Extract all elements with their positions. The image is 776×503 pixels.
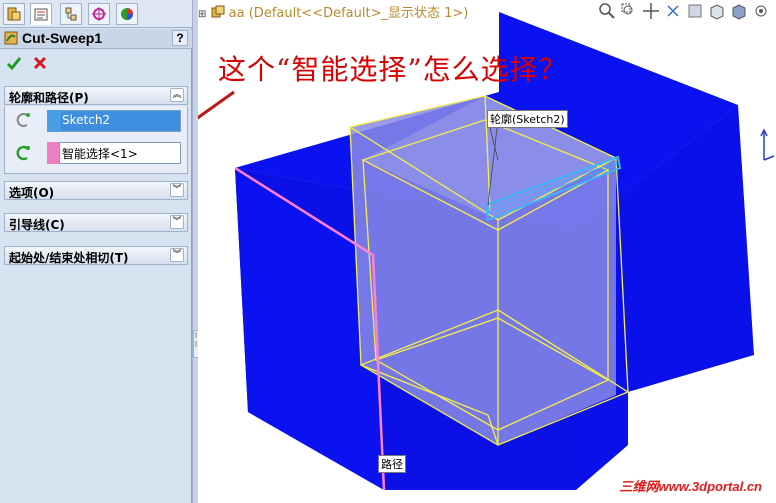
watermark: 三维网www.3dportal.cn: [619, 479, 762, 494]
cancel-x-icon[interactable]: [32, 55, 48, 71]
ok-cancel-row: [0, 52, 192, 74]
display-manager-icon: [121, 8, 133, 20]
path-icon: [16, 145, 30, 161]
previous-view-icon[interactable]: [664, 2, 682, 20]
feature-tree-flyout[interactable]: ⊞ aa (Default<<Default>_显示状态 1>): [198, 2, 469, 21]
profile-path-group-label: 轮廓和路径(P): [9, 91, 89, 105]
pan-icon[interactable]: [642, 2, 660, 20]
profile-callout: 轮廓(Sketch2): [487, 110, 568, 128]
view-triad-icon: [760, 128, 775, 161]
heads-up-toolbar: [598, 2, 770, 20]
property-manager: Cut-Sweep1 ? 轮廓和路径(P) ︽ Sketch2 智能选择<1> …: [0, 0, 192, 503]
feature-manager-icon: [7, 7, 21, 21]
help-button[interactable]: ?: [172, 30, 188, 46]
options-group-label: 选项(O): [9, 186, 55, 200]
guide-curves-group-header[interactable]: 引导线(C) ︾: [4, 213, 188, 232]
dim-xpert-icon: [92, 7, 106, 21]
section-view-icon[interactable]: [686, 2, 704, 20]
property-manager-icon: [34, 8, 48, 21]
profile-color-swatch: [47, 110, 59, 132]
expand-down-icon[interactable]: ︾: [170, 215, 184, 229]
display-style-icon[interactable]: [730, 2, 748, 20]
document-configuration-label: aa (Default<<Default>_显示状态 1>): [228, 6, 469, 21]
options-group-header[interactable]: 选项(O) ︾: [4, 181, 188, 200]
collapse-up-icon[interactable]: ︽: [170, 88, 184, 102]
cut-sweep-icon: [4, 31, 18, 45]
manager-tabs: [0, 0, 192, 28]
display-manager-tab[interactable]: [116, 3, 138, 25]
profile-icon: [16, 113, 30, 127]
property-manager-tab[interactable]: [30, 3, 52, 25]
expand-plus-icon[interactable]: ⊞: [198, 9, 206, 20]
zoom-area-icon[interactable]: [620, 2, 638, 20]
profile-path-group-body: Sketch2 智能选择<1>: [4, 106, 188, 174]
view-orientation-icon[interactable]: [708, 2, 726, 20]
question-annotation: 这个“智能选择”怎么选择？: [218, 53, 568, 86]
profile-path-group-header[interactable]: 轮廓和路径(P) ︽: [4, 86, 188, 105]
dimxpert-manager-tab[interactable]: [88, 3, 110, 25]
expand-down-icon[interactable]: ︾: [170, 248, 184, 262]
feature-title-bar: Cut-Sweep1 ?: [0, 29, 192, 49]
configuration-manager-icon: [65, 7, 77, 21]
tangency-group-header[interactable]: 起始处/结束处相切(T) ︾: [4, 246, 188, 265]
part-icon: [211, 5, 225, 18]
annotation-arrow: [198, 90, 235, 120]
hide-show-items-icon[interactable]: [752, 2, 770, 20]
tangency-group-label: 起始处/结束处相切(T): [9, 251, 129, 265]
guide-curves-group-label: 引导线(C): [9, 218, 65, 232]
feature-manager-tab[interactable]: [3, 3, 25, 25]
configuration-manager-tab[interactable]: [60, 3, 82, 25]
feature-title: Cut-Sweep1: [22, 30, 103, 46]
expand-down-icon[interactable]: ︾: [170, 183, 184, 197]
path-color-swatch: [47, 142, 59, 164]
path-selection-box[interactable]: 智能选择<1>: [59, 142, 181, 164]
profile-selection-box[interactable]: Sketch2: [59, 110, 181, 132]
zoom-to-fit-icon[interactable]: [598, 2, 616, 20]
path-callout: 路径: [378, 455, 406, 473]
ok-check-icon[interactable]: [6, 55, 22, 71]
